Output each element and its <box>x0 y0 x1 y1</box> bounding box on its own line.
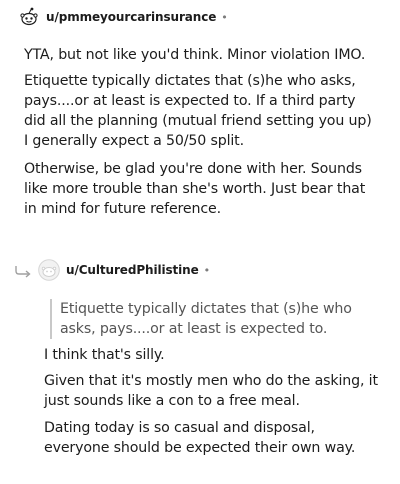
comment-paragraph: YTA, but not like you'd think. Minor vio… <box>24 47 366 63</box>
comment-header: u/pmmeyourcarinsurance • <box>18 6 228 28</box>
comment-paragraph: Otherwise, be glad you're done with her.… <box>24 161 366 217</box>
blockquote: Etiquette typically dictates that (s)he … <box>50 299 380 339</box>
comment-paragraph: Etiquette typically dictates that (s)he … <box>24 73 372 149</box>
reply-arrow-icon <box>14 263 34 278</box>
snoo-avatar-icon[interactable] <box>18 6 40 28</box>
comment-paragraph: Given that it's mostly men who do the as… <box>44 373 378 409</box>
separator-dot: • <box>203 263 211 277</box>
comment-paragraph: Dating today is so casual and disposal, … <box>44 420 356 456</box>
comment-author[interactable]: u/pmmeyourcarinsurance <box>46 10 216 24</box>
comment-author[interactable]: u/CulturedPhilistine <box>66 263 199 277</box>
quote-text: Etiquette typically dictates that (s)he … <box>60 301 352 337</box>
separator-dot: • <box>221 10 228 24</box>
default-avatar-icon[interactable] <box>38 259 60 281</box>
comment-paragraph: I think that's silly. <box>44 347 165 363</box>
comment-header: u/CulturedPhilistine • <box>14 259 210 281</box>
